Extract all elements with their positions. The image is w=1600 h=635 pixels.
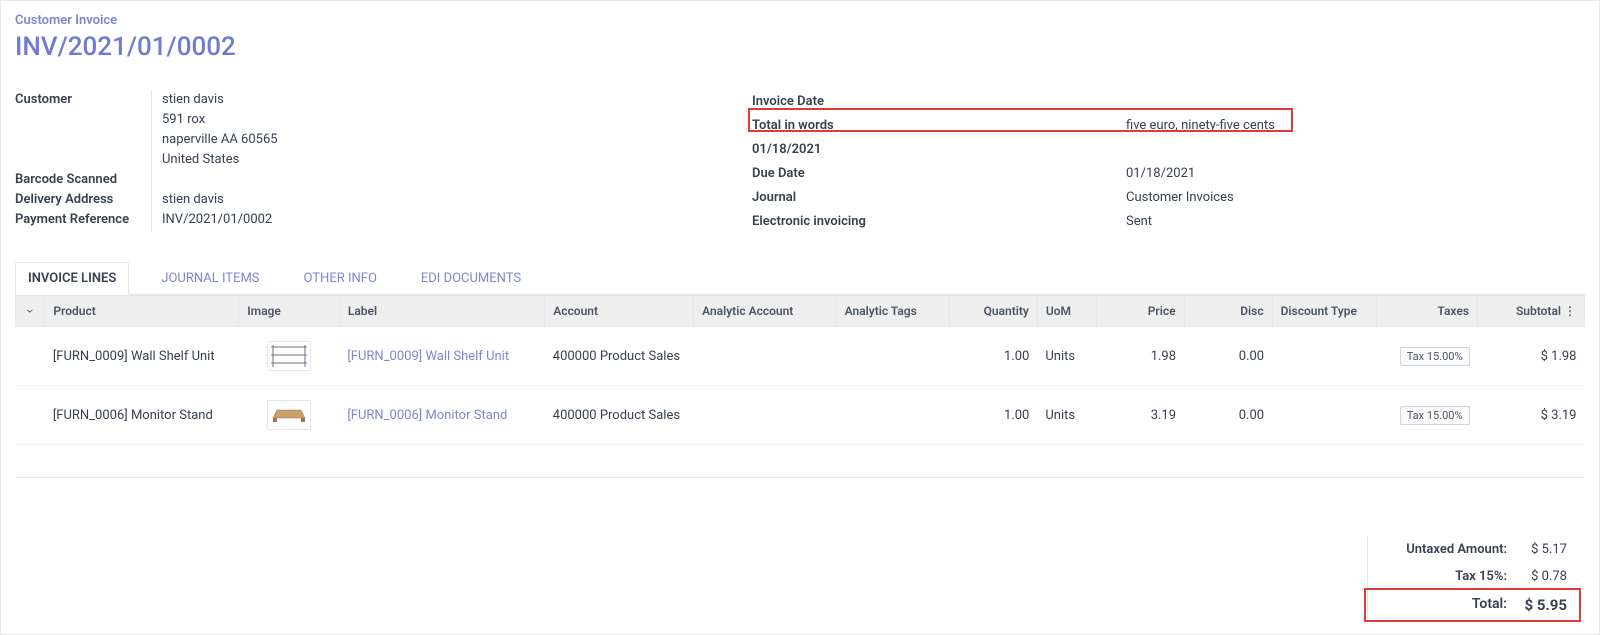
breadcrumb[interactable]: Customer Invoice — [15, 13, 1585, 28]
cell-label[interactable]: [FURN_0006] Monitor Stand — [339, 386, 544, 445]
label-total-in-words: Total in words — [752, 118, 1126, 133]
th-disc[interactable]: Disc — [1184, 296, 1272, 327]
invoice-date-value: 01/18/2021 — [752, 142, 1126, 157]
th-discount-type[interactable]: Discount Type — [1272, 296, 1377, 327]
tab-invoice-lines[interactable]: INVOICE LINES — [15, 262, 129, 295]
cell-disc-type — [1272, 327, 1377, 386]
label-delivery-address: Delivery Address — [15, 190, 151, 210]
cell-account: 400000 Product Sales — [545, 386, 694, 445]
cell-disc-type — [1272, 386, 1377, 445]
product-image-shelf — [267, 341, 311, 371]
tax15-value: $ 0.78 — [1507, 569, 1567, 584]
label-electronic-invoicing: Electronic invoicing — [752, 214, 1126, 229]
th-analytic-account[interactable]: Analytic Account — [694, 296, 837, 327]
table-row[interactable]: [FURN_0006] Monitor Stand [FURN_0006] Mo… — [16, 386, 1585, 445]
cell-label[interactable]: [FURN_0009] Wall Shelf Unit — [339, 327, 544, 386]
label-invoice-date: Invoice Date — [752, 94, 1126, 109]
th-analytic-tags[interactable]: Analytic Tags — [836, 296, 949, 327]
th-product[interactable]: Product — [45, 296, 239, 327]
cell-analytic-account — [694, 327, 837, 386]
cell-price: 1.98 — [1096, 327, 1184, 386]
invoice-lines-table: Product Image Label Account Analytic Acc… — [15, 295, 1585, 445]
label-journal: Journal — [752, 190, 1126, 205]
cell-subtotal: $ 3.19 — [1478, 386, 1585, 445]
th-taxes[interactable]: Taxes — [1377, 296, 1478, 327]
th-quantity[interactable]: Quantity — [949, 296, 1037, 327]
cell-analytic-account — [694, 386, 837, 445]
totals-box: Untaxed Amount: $ 5.17 Tax 15%: $ 0.78 T… — [1367, 536, 1577, 620]
cell-analytic-tags — [836, 386, 949, 445]
tax-tag: Tax 15.00% — [1400, 406, 1470, 425]
tabs: INVOICE LINES JOURNAL ITEMS OTHER INFO E… — [15, 262, 1585, 295]
customer-city: naperville AA 60565 — [162, 130, 752, 150]
table-row[interactable]: [FURN_0009] Wall Shelf Unit [FURN_0009] … — [16, 327, 1585, 386]
payment-reference-value: INV/2021/01/0002 — [162, 210, 752, 230]
shelf-icon — [269, 343, 309, 369]
customer-street: 591 rox — [162, 110, 752, 130]
tab-journal-items[interactable]: JOURNAL ITEMS — [149, 263, 271, 294]
label-total: Total: — [1378, 596, 1507, 614]
label-payment-reference: Payment Reference — [15, 210, 151, 230]
expand-toggle-header[interactable] — [16, 296, 45, 327]
cell-quantity: 1.00 — [949, 327, 1037, 386]
th-price[interactable]: Price — [1096, 296, 1184, 327]
monitor-stand-icon — [269, 404, 309, 426]
cell-quantity: 1.00 — [949, 386, 1037, 445]
th-image[interactable]: Image — [239, 296, 340, 327]
label-untaxed-amount: Untaxed Amount: — [1378, 542, 1507, 557]
label-due-date: Due Date — [752, 166, 1126, 181]
label-customer: Customer — [15, 90, 151, 170]
total-value: $ 5.95 — [1507, 596, 1567, 614]
cell-disc: 0.00 — [1184, 327, 1272, 386]
cell-taxes: Tax 15.00% — [1377, 327, 1478, 386]
th-uom[interactable]: UoM — [1037, 296, 1096, 327]
due-date-value: 01/18/2021 — [1126, 166, 1195, 181]
cell-subtotal: $ 1.98 — [1478, 327, 1585, 386]
kebab-icon[interactable]: ⋮ — [1564, 304, 1576, 318]
total-in-words-value: five euro, ninety-five cents — [1126, 118, 1275, 133]
th-account[interactable]: Account — [545, 296, 694, 327]
page-title: INV/2021/01/0002 — [15, 32, 1585, 62]
th-subtotal[interactable]: Subtotal ⋮ — [1478, 296, 1585, 327]
untaxed-amount-value: $ 5.17 — [1507, 542, 1567, 557]
chevron-down-icon — [28, 304, 32, 318]
cell-uom: Units — [1037, 386, 1096, 445]
journal-value: Customer Invoices — [1126, 190, 1234, 205]
cell-analytic-tags — [836, 327, 949, 386]
cell-disc: 0.00 — [1184, 386, 1272, 445]
cell-taxes: Tax 15.00% — [1377, 386, 1478, 445]
cell-account: 400000 Product Sales — [545, 327, 694, 386]
delivery-name: stien davis — [162, 190, 752, 210]
label-tax15: Tax 15%: — [1378, 569, 1507, 584]
cell-product: [FURN_0006] Monitor Stand — [45, 386, 239, 445]
tab-edi-documents[interactable]: EDI DOCUMENTS — [409, 263, 533, 294]
electronic-invoicing-value: Sent — [1126, 214, 1152, 229]
cell-image — [239, 327, 340, 386]
tab-other-info[interactable]: OTHER INFO — [292, 263, 389, 294]
cell-image — [239, 386, 340, 445]
customer-country: United States — [162, 150, 752, 170]
customer-name: stien davis — [162, 90, 752, 110]
tax-tag: Tax 15.00% — [1400, 347, 1470, 366]
label-barcode-scanned: Barcode Scanned — [15, 170, 151, 190]
cell-product: [FURN_0009] Wall Shelf Unit — [45, 327, 239, 386]
cell-uom: Units — [1037, 327, 1096, 386]
cell-price: 3.19 — [1096, 386, 1184, 445]
product-image-stand — [267, 400, 311, 430]
th-label[interactable]: Label — [339, 296, 544, 327]
